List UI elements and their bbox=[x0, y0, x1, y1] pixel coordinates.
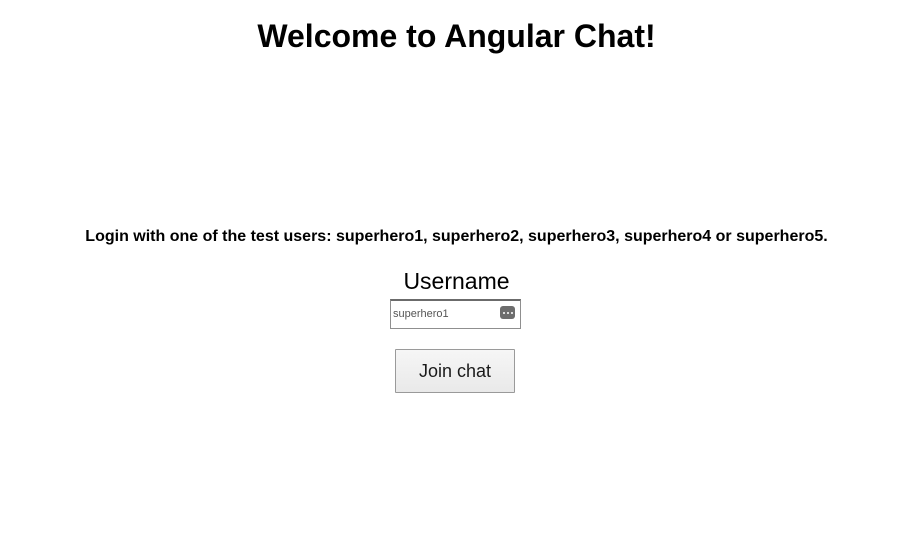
join-chat-button[interactable]: Join chat bbox=[395, 349, 515, 393]
login-instructions: Login with one of the test users: superh… bbox=[85, 228, 828, 245]
dot-icon bbox=[502, 311, 505, 314]
more-dots-icon[interactable] bbox=[500, 306, 515, 319]
username-input[interactable] bbox=[391, 301, 498, 327]
username-field-container[interactable] bbox=[390, 299, 521, 329]
dot-icon bbox=[510, 311, 513, 314]
page-title: Welcome to Angular Chat! bbox=[257, 18, 656, 54]
username-label: Username bbox=[403, 268, 510, 294]
dot-icon bbox=[506, 311, 509, 314]
